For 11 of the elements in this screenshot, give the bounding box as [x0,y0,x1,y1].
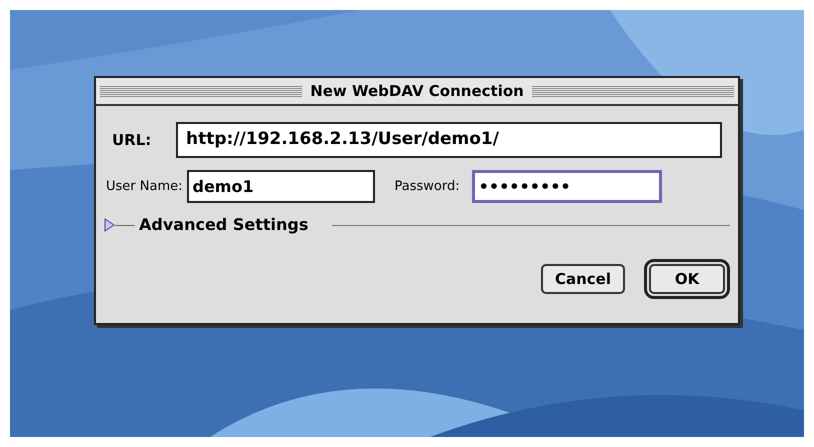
window-title: New WebDAV Connection [309,80,525,102]
password-field[interactable]: ••••••••• [472,170,662,203]
cancel-button[interactable]: Cancel [540,264,625,294]
section-label: Advanced Settings [138,214,310,236]
field-label: Password: [394,178,460,196]
field-label: User Name: [106,178,182,196]
field-label: URL: [112,130,152,151]
right-triangle-icon[interactable] [104,218,115,232]
url-field[interactable]: http://192.168.2.13/User/demo1/ [176,122,722,158]
title-bar[interactable]: New WebDAV Connection [96,78,738,106]
username-field[interactable]: demo1 [186,170,374,203]
